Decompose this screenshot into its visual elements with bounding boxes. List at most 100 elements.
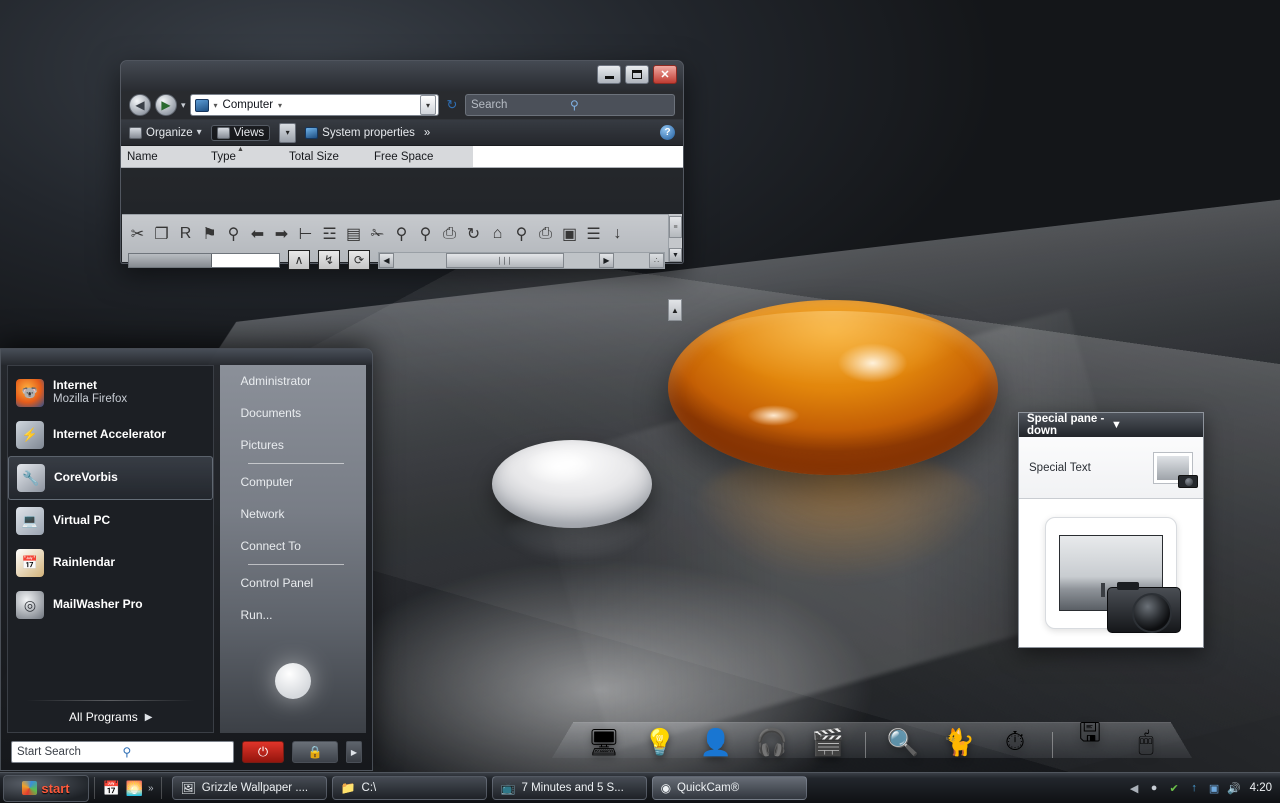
copy-icon[interactable]: ❐ [150, 220, 173, 247]
quicklaunch-rainlendar-icon[interactable]: 📅 [100, 777, 123, 800]
search-input[interactable]: Search ⚲ [465, 94, 675, 116]
taskbar-window-grizzle[interactable]: 🖼 Grizzle Wallpaper .... [171, 776, 327, 800]
breadcrumb[interactable]: Computer [223, 99, 274, 111]
zoom-out-icon[interactable]: ⚲ [390, 220, 413, 247]
network-tray-icon[interactable]: ↑ [1187, 781, 1202, 796]
spelling-icon[interactable]: R [174, 220, 197, 247]
refresh-page-icon[interactable]: ↻ [462, 220, 485, 247]
special-pane-header[interactable]: Special pane - down ▼ [1019, 413, 1203, 437]
bullet-list-icon[interactable]: ⊢ [294, 220, 317, 247]
calculator-icon[interactable]: 🖫 [1071, 717, 1109, 758]
address-dropdown-button[interactable]: ▾ [420, 95, 436, 115]
vscroll-down-button[interactable]: ▼ [669, 248, 682, 262]
address-input[interactable]: ▾ Computer ▾ ▾ [189, 94, 439, 116]
start-place-run[interactable]: Run... [220, 599, 366, 631]
preview-icon[interactable]: ▣ [558, 220, 581, 247]
notes-icon[interactable]: ▤ [342, 220, 365, 247]
start-item-internet[interactable]: 🐨 Internet Mozilla Firefox [8, 372, 213, 414]
transform-toggle-button[interactable]: ↯ [318, 250, 340, 270]
resize-grip-icon[interactable]: ∴ [649, 252, 664, 268]
overflow-button[interactable]: » [424, 127, 430, 139]
start-place-computer[interactable]: Computer [220, 466, 366, 498]
start-item-rainlendar[interactable]: 📅 Rainlendar [8, 542, 213, 584]
forward-icon[interactable]: ➡ [270, 220, 293, 247]
breadcrumb-chevron-icon[interactable]: ▾ [278, 101, 282, 110]
photo-thumbnail-icon[interactable] [1153, 451, 1198, 488]
start-place-connect-to[interactable]: Connect To [220, 530, 366, 562]
hscroll-thumb[interactable]: ∣∣∣ [446, 252, 564, 268]
hscroll-right-button[interactable]: ▶ [599, 252, 614, 268]
all-programs-button[interactable]: All Programs ▶ [8, 701, 213, 724]
back-icon[interactable]: ⬅ [246, 220, 269, 247]
views-button[interactable]: Views [210, 124, 271, 141]
window-title-bar[interactable]: ✕ [121, 61, 683, 91]
quicklaunch-photos-icon[interactable]: 🌅 [123, 777, 146, 800]
start-item-internet-accelerator[interactable]: ⚡ Internet Accelerator [8, 414, 213, 456]
column-header-free-space[interactable]: Free Space [374, 151, 469, 163]
column-header-type[interactable]: Type ▲ [211, 146, 289, 163]
maximize-button[interactable] [625, 65, 649, 84]
help-icon[interactable]: ? [660, 125, 675, 140]
stopwatch-icon[interactable]: ⏱ [996, 718, 1034, 758]
start-button[interactable]: start [3, 774, 89, 802]
hscroll-left-button[interactable]: ◀ [379, 252, 394, 268]
mouse-icon[interactable]: 🖱 [1127, 718, 1165, 758]
organize-button[interactable]: Organize ▾ [129, 126, 202, 139]
cut-icon[interactable]: ✂ [126, 220, 149, 247]
chevron-down-icon[interactable]: ▼ [1111, 419, 1195, 431]
collapse-toggle-button[interactable]: ∧ [288, 250, 310, 270]
zoom-in-icon[interactable]: ⚲ [414, 220, 437, 247]
user-avatar-icon[interactable]: 👤 [697, 718, 735, 758]
quicklaunch-overflow-icon[interactable]: » [148, 783, 154, 794]
taskbar-window-media[interactable]: 📺 7 Minutes and 5 S... [491, 776, 647, 800]
refresh-toggle-button[interactable]: ⟳ [348, 250, 370, 270]
print-icon[interactable]: ⎙ [438, 220, 461, 247]
shutdown-options-button[interactable]: ▶ [346, 741, 362, 763]
column-header-total-size[interactable]: Total Size [289, 151, 374, 163]
power-button[interactable]: ⏻ [242, 741, 284, 763]
refresh-icon[interactable]: ↻ [443, 97, 461, 113]
show-hidden-icons-chevron[interactable]: ◀ [1127, 781, 1142, 796]
paste-icon[interactable]: ⚑ [198, 220, 221, 247]
back-button[interactable]: ◀ [129, 94, 151, 116]
magnifier-icon[interactable]: 🔍 [884, 718, 922, 758]
history-dropdown-icon[interactable]: ▾ [181, 100, 186, 111]
home-icon[interactable]: ⌂ [486, 220, 509, 247]
print-preview-icon[interactable]: ⎙ [534, 220, 557, 247]
security-shield-icon[interactable]: ✔ [1167, 781, 1182, 796]
minimize-button[interactable] [597, 65, 621, 84]
close-button[interactable]: ✕ [653, 65, 677, 84]
sort-az-icon[interactable]: ↓ [606, 220, 629, 247]
headphones-icon[interactable]: 🎧 [753, 718, 791, 758]
movie-clapper-icon[interactable]: 🎬 [809, 718, 847, 758]
start-place-pictures[interactable]: Pictures [220, 429, 366, 461]
horizontal-scrollbar[interactable]: ◀ ∣∣∣ ▶ ∴ [378, 251, 665, 269]
scissors-icon[interactable]: ✁ [366, 220, 389, 247]
taskbar-window-quickcam[interactable]: ◉ QuickCam® [651, 776, 807, 800]
search-toolbar-icon[interactable]: ⚲ [510, 220, 533, 247]
find-icon[interactable]: ⚲ [222, 220, 245, 247]
start-place-documents[interactable]: Documents [220, 397, 366, 429]
disc-tray-icon[interactable]: ● [1147, 781, 1162, 796]
system-properties-button[interactable]: System properties [305, 126, 415, 139]
start-search-input[interactable]: Start Search ⚲ [11, 741, 234, 763]
cat-icon[interactable]: 🐈 [940, 718, 978, 758]
lightbulb-icon[interactable]: 💡 [641, 718, 679, 758]
vscroll-up-button[interactable]: ▲ [668, 299, 682, 321]
lock-button[interactable]: 🔒 [292, 741, 338, 763]
number-list-icon[interactable]: ☲ [318, 220, 341, 247]
special-pane-row[interactable]: Special Text [1019, 437, 1203, 499]
views-dropdown-button[interactable]: ▾ [279, 122, 297, 143]
taskbar-window-c-drive[interactable]: 📁 C:\ [331, 776, 487, 800]
properties-icon[interactable]: ☰ [582, 220, 605, 247]
start-place-control-panel[interactable]: Control Panel [220, 567, 366, 599]
start-item-mailwasher-pro[interactable]: ◎ MailWasher Pro [8, 584, 213, 626]
start-place-network[interactable]: Network [220, 498, 366, 530]
display-tray-icon[interactable]: ▣ [1207, 781, 1222, 796]
start-place-administrator[interactable]: Administrator [220, 365, 366, 397]
volume-tray-icon[interactable]: 🔊 [1227, 781, 1242, 796]
vertical-scrollbar[interactable]: ≡ ▼ [668, 214, 682, 262]
vscroll-thumb[interactable]: ≡ [669, 216, 682, 238]
column-header-name[interactable]: Name [121, 151, 211, 163]
forward-button[interactable]: ▶ [155, 94, 177, 116]
